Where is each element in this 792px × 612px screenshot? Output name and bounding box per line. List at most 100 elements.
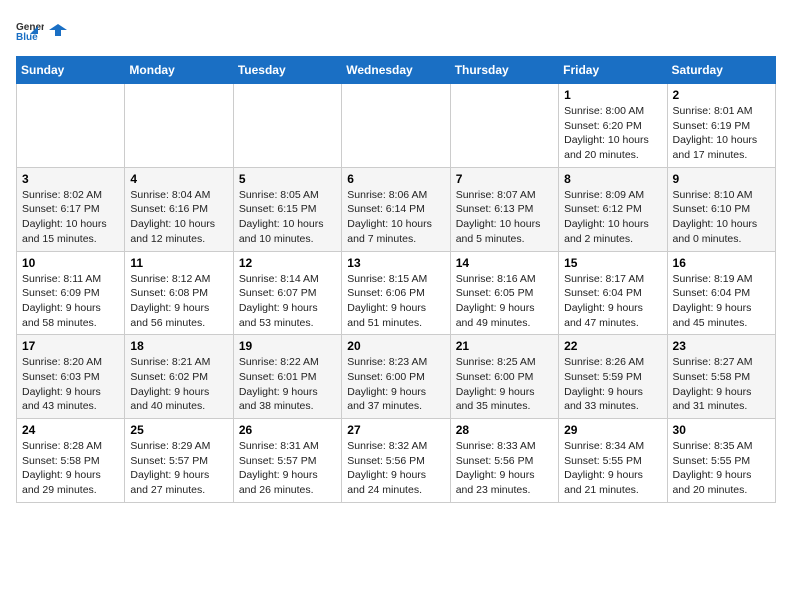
calendar-cell: 14 Sunrise: 8:16 AM Sunset: 6:05 PM Dayli… <box>450 251 558 335</box>
day-info: Sunrise: 8:32 AM Sunset: 5:56 PM Dayligh… <box>347 439 444 498</box>
weekday-header: Friday <box>559 57 667 84</box>
calendar-cell: 27 Sunrise: 8:32 AM Sunset: 5:56 PM Dayli… <box>342 419 450 503</box>
weekday-header: Monday <box>125 57 233 84</box>
day-info: Sunrise: 8:28 AM Sunset: 5:58 PM Dayligh… <box>22 439 119 498</box>
weekday-header: Wednesday <box>342 57 450 84</box>
day-info: Sunrise: 8:16 AM Sunset: 6:05 PM Dayligh… <box>456 272 553 331</box>
day-number: 22 <box>564 339 661 353</box>
calendar-cell: 19Sunrise: 8:22 AM Sunset: 6:01 PM Dayli… <box>233 335 341 419</box>
day-number: 24 <box>22 423 119 437</box>
day-number: 8 <box>564 172 661 186</box>
day-number: 20 <box>347 339 444 353</box>
calendar-week-row: 17 Sunrise: 8:20 AM Sunset: 6:03 PM Dayli… <box>17 335 776 419</box>
calendar-cell: 1Sunrise: 8:00 AM Sunset: 6:20 PM Daylig… <box>559 84 667 168</box>
calendar-cell: 17 Sunrise: 8:20 AM Sunset: 6:03 PM Dayli… <box>17 335 125 419</box>
day-info: Sunrise: 8:27 AM Sunset: 5:58 PM Dayligh… <box>673 355 770 414</box>
day-info: Sunrise: 8:14 AM Sunset: 6:07 PM Dayligh… <box>239 272 336 331</box>
day-number: 17 <box>22 339 119 353</box>
calendar-cell: 12 Sunrise: 8:14 AM Sunset: 6:07 PM Dayli… <box>233 251 341 335</box>
logo: General Blue <box>16 16 68 44</box>
day-info: Sunrise: 8:05 AM Sunset: 6:15 PM Dayligh… <box>239 188 336 247</box>
calendar-cell <box>233 84 341 168</box>
day-number: 26 <box>239 423 336 437</box>
day-info: Sunrise: 8:17 AM Sunset: 6:04 PM Dayligh… <box>564 272 661 331</box>
calendar-week-row: 3 Sunrise: 8:02 AM Sunset: 6:17 PM Daylig… <box>17 167 776 251</box>
weekday-header: Thursday <box>450 57 558 84</box>
day-number: 10 <box>22 256 119 270</box>
day-info: Sunrise: 8:25 AM Sunset: 6:00 PM Dayligh… <box>456 355 553 414</box>
day-info: Sunrise: 8:07 AM Sunset: 6:13 PM Dayligh… <box>456 188 553 247</box>
day-info: Sunrise: 8:10 AM Sunset: 6:10 PM Dayligh… <box>673 188 770 247</box>
calendar-cell <box>450 84 558 168</box>
calendar-cell: 18 Sunrise: 8:21 AM Sunset: 6:02 PM Dayli… <box>125 335 233 419</box>
weekday-header: Tuesday <box>233 57 341 84</box>
calendar-cell <box>342 84 450 168</box>
day-info: Sunrise: 8:12 AM Sunset: 6:08 PM Dayligh… <box>130 272 227 331</box>
logo-icon: General Blue <box>16 16 44 44</box>
day-info: Sunrise: 8:02 AM Sunset: 6:17 PM Dayligh… <box>22 188 119 247</box>
day-number: 11 <box>130 256 227 270</box>
calendar-cell: 15 Sunrise: 8:17 AM Sunset: 6:04 PM Dayli… <box>559 251 667 335</box>
day-info: Sunrise: 8:19 AM Sunset: 6:04 PM Dayligh… <box>673 272 770 331</box>
page-header: General Blue <box>16 16 776 44</box>
day-info: Sunrise: 8:15 AM Sunset: 6:06 PM Dayligh… <box>347 272 444 331</box>
calendar-cell: 3 Sunrise: 8:02 AM Sunset: 6:17 PM Daylig… <box>17 167 125 251</box>
day-info: Sunrise: 8:33 AM Sunset: 5:56 PM Dayligh… <box>456 439 553 498</box>
calendar-week-row: 24 Sunrise: 8:28 AM Sunset: 5:58 PM Dayli… <box>17 419 776 503</box>
day-number: 30 <box>673 423 770 437</box>
day-number: 21 <box>456 339 553 353</box>
day-number: 16 <box>673 256 770 270</box>
calendar-cell: 30 Sunrise: 8:35 AM Sunset: 5:55 PM Dayli… <box>667 419 775 503</box>
day-info: Sunrise: 8:00 AM Sunset: 6:20 PM Dayligh… <box>564 104 661 163</box>
calendar-cell: 10Sunrise: 8:11 AM Sunset: 6:09 PM Dayli… <box>17 251 125 335</box>
day-number: 18 <box>130 339 227 353</box>
day-info: Sunrise: 8:31 AM Sunset: 5:57 PM Dayligh… <box>239 439 336 498</box>
day-info: Sunrise: 8:23 AM Sunset: 6:00 PM Dayligh… <box>347 355 444 414</box>
day-info: Sunrise: 8:20 AM Sunset: 6:03 PM Dayligh… <box>22 355 119 414</box>
day-number: 14 <box>456 256 553 270</box>
day-info: Sunrise: 8:06 AM Sunset: 6:14 PM Dayligh… <box>347 188 444 247</box>
day-number: 29 <box>564 423 661 437</box>
calendar-cell: 20 Sunrise: 8:23 AM Sunset: 6:00 PM Dayli… <box>342 335 450 419</box>
day-number: 2 <box>673 88 770 102</box>
calendar-cell: 4 Sunrise: 8:04 AM Sunset: 6:16 PM Daylig… <box>125 167 233 251</box>
calendar-header-row: SundayMondayTuesdayWednesdayThursdayFrid… <box>17 57 776 84</box>
day-number: 27 <box>347 423 444 437</box>
day-number: 23 <box>673 339 770 353</box>
day-number: 15 <box>564 256 661 270</box>
calendar-cell: 24 Sunrise: 8:28 AM Sunset: 5:58 PM Dayli… <box>17 419 125 503</box>
calendar-week-row: 10Sunrise: 8:11 AM Sunset: 6:09 PM Dayli… <box>17 251 776 335</box>
calendar-cell: 22 Sunrise: 8:26 AM Sunset: 5:59 PM Dayli… <box>559 335 667 419</box>
day-info: Sunrise: 8:04 AM Sunset: 6:16 PM Dayligh… <box>130 188 227 247</box>
day-number: 13 <box>347 256 444 270</box>
day-info: Sunrise: 8:34 AM Sunset: 5:55 PM Dayligh… <box>564 439 661 498</box>
day-info: Sunrise: 8:09 AM Sunset: 6:12 PM Dayligh… <box>564 188 661 247</box>
day-number: 7 <box>456 172 553 186</box>
day-number: 28 <box>456 423 553 437</box>
calendar-cell: 21 Sunrise: 8:25 AM Sunset: 6:00 PM Dayli… <box>450 335 558 419</box>
day-info: Sunrise: 8:26 AM Sunset: 5:59 PM Dayligh… <box>564 355 661 414</box>
day-number: 3 <box>22 172 119 186</box>
svg-text:Blue: Blue <box>16 32 38 43</box>
day-info: Sunrise: 8:21 AM Sunset: 6:02 PM Dayligh… <box>130 355 227 414</box>
calendar-cell: 26 Sunrise: 8:31 AM Sunset: 5:57 PM Dayli… <box>233 419 341 503</box>
day-number: 6 <box>347 172 444 186</box>
day-number: 12 <box>239 256 336 270</box>
calendar-cell: 13 Sunrise: 8:15 AM Sunset: 6:06 PM Dayli… <box>342 251 450 335</box>
calendar-cell: 25Sunrise: 8:29 AM Sunset: 5:57 PM Dayli… <box>125 419 233 503</box>
calendar-cell: 29 Sunrise: 8:34 AM Sunset: 5:55 PM Dayli… <box>559 419 667 503</box>
calendar-cell <box>17 84 125 168</box>
day-number: 19 <box>239 339 336 353</box>
calendar-cell <box>125 84 233 168</box>
day-number: 4 <box>130 172 227 186</box>
day-info: Sunrise: 8:29 AM Sunset: 5:57 PM Dayligh… <box>130 439 227 498</box>
day-info: Sunrise: 8:35 AM Sunset: 5:55 PM Dayligh… <box>673 439 770 498</box>
calendar-cell: 7 Sunrise: 8:07 AM Sunset: 6:13 PM Daylig… <box>450 167 558 251</box>
calendar-cell: 23 Sunrise: 8:27 AM Sunset: 5:58 PM Dayli… <box>667 335 775 419</box>
calendar-cell: 2 Sunrise: 8:01 AM Sunset: 6:19 PM Daylig… <box>667 84 775 168</box>
calendar-cell: 5Sunrise: 8:05 AM Sunset: 6:15 PM Daylig… <box>233 167 341 251</box>
day-info: Sunrise: 8:01 AM Sunset: 6:19 PM Dayligh… <box>673 104 770 163</box>
calendar-cell: 8 Sunrise: 8:09 AM Sunset: 6:12 PM Daylig… <box>559 167 667 251</box>
calendar-table: SundayMondayTuesdayWednesdayThursdayFrid… <box>16 56 776 503</box>
weekday-header: Saturday <box>667 57 775 84</box>
